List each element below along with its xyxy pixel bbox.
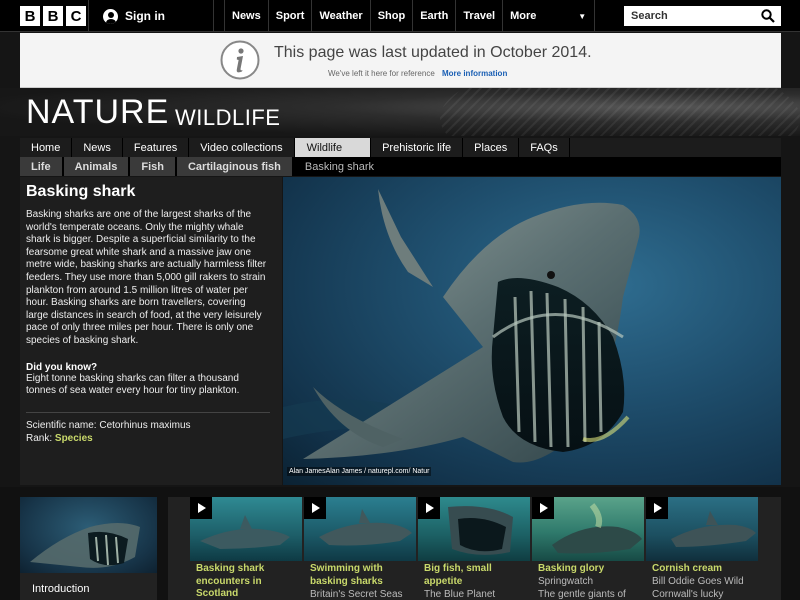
search-icon[interactable]: [761, 9, 775, 23]
video-clips: Basking shark encounters in Scotland Swi…: [168, 497, 781, 600]
clip-title[interactable]: Basking shark encounters in Scotland: [196, 563, 300, 600]
bbc-logo[interactable]: B B C: [20, 6, 86, 26]
nav-more-button[interactable]: More ▼: [503, 0, 596, 32]
hero-image: Alan JamesAlan James / naturepl.com/ Nat…: [283, 177, 781, 485]
nav-more-label: More: [510, 10, 537, 22]
section-nav: Home News Features Video collections Wil…: [20, 138, 781, 157]
rank-species-link[interactable]: Species: [55, 433, 93, 444]
clip-thumbnail: [646, 497, 758, 561]
breadcrumb-cartilaginous-fish[interactable]: Cartilaginous fish: [176, 157, 294, 176]
site-header: NATURE WILDLIFE: [0, 88, 800, 136]
tab-wildlife[interactable]: Wildlife: [294, 138, 372, 157]
clip-source: Britain's Secret Seas: [310, 589, 403, 600]
page-title: Basking shark: [26, 183, 136, 200]
clip-source-line2: The gentle giants of: [538, 589, 626, 600]
clip-source: The Blue Planet: [424, 589, 496, 600]
tab-places[interactable]: Places: [463, 138, 520, 157]
clip-card[interactable]: Swimming with basking sharks Britain's S…: [304, 497, 416, 600]
play-icon[interactable]: [418, 497, 440, 519]
tab-video-collections[interactable]: Video collections: [189, 138, 295, 157]
search-input[interactable]: [624, 7, 754, 25]
introduction-label: Introduction: [32, 583, 90, 595]
clip-title[interactable]: Swimming with basking sharks: [310, 563, 414, 588]
play-icon[interactable]: [304, 497, 326, 519]
clip-thumbnail: [304, 497, 416, 561]
shark-thumbnail-art: [30, 523, 140, 568]
breadcrumb: Life Animals Fish Cartilaginous fish Bas…: [20, 157, 781, 176]
notice-subtext: We've left it here for reference More in…: [328, 69, 507, 78]
species-description: Basking sharks are one of the largest sh…: [26, 209, 267, 346]
play-icon[interactable]: [190, 497, 212, 519]
clip-card[interactable]: Big fish, small appetite The Blue Planet: [418, 497, 530, 600]
logo-letter: C: [66, 6, 86, 26]
clip-source: Springwatch: [538, 576, 594, 587]
did-you-know-heading: Did you know?: [26, 361, 98, 373]
clip-thumbnail: [418, 497, 530, 561]
rank-line: Rank: Species: [26, 432, 270, 445]
nav-sport[interactable]: Sport: [269, 0, 313, 32]
clip-card[interactable]: Cornish cream Bill Oddie Goes Wild Cornw…: [646, 497, 758, 600]
clip-card[interactable]: Basking shark encounters in Scotland: [190, 497, 302, 600]
chevron-down-icon: ▼: [578, 11, 587, 21]
breadcrumb-fish[interactable]: Fish: [130, 157, 177, 176]
did-you-know-text: Eight tonne basking sharks can filter a …: [26, 372, 240, 397]
play-icon[interactable]: [532, 497, 554, 519]
archive-notice: This page was last updated in October 20…: [20, 33, 781, 88]
tab-prehistoric-life[interactable]: Prehistoric life: [371, 138, 464, 157]
introduction-card[interactable]: Introduction: [20, 497, 157, 600]
tab-home[interactable]: Home: [20, 138, 73, 157]
breadcrumb-animals[interactable]: Animals: [63, 157, 131, 176]
notice-sub-label: We've left it here for reference: [328, 69, 435, 78]
scientific-name: Scientific name: Cetorhinus maximus: [26, 419, 191, 431]
main-nav: News Sport Weather Shop Earth Travel Mor…: [224, 0, 596, 32]
tab-news[interactable]: News: [72, 138, 123, 157]
site-subtitle[interactable]: WILDLIFE: [175, 105, 280, 131]
nav-news[interactable]: News: [224, 0, 269, 32]
logo-letter: B: [43, 6, 63, 26]
clip-thumbnail: [190, 497, 302, 561]
nav-earth[interactable]: Earth: [413, 0, 457, 32]
bbc-top-bar: B B C Sign in News Sport Weather Shop Ea…: [0, 0, 800, 32]
clip-title[interactable]: Cornish cream: [652, 563, 756, 576]
tab-faqs[interactable]: FAQs: [519, 138, 570, 157]
breadcrumb-current: Basking shark: [304, 160, 374, 173]
info-icon: [220, 40, 260, 80]
nav-shop[interactable]: Shop: [371, 0, 414, 32]
article-text: Basking shark Basking sharks are one of …: [20, 177, 282, 485]
notice-message: This page was last updated in October 20…: [274, 44, 592, 61]
more-information-link[interactable]: More information: [442, 69, 507, 78]
logo-letter: B: [20, 6, 40, 26]
user-icon: [103, 8, 118, 24]
basking-shark-illustration: [283, 189, 640, 463]
clip-title[interactable]: Big fish, small appetite: [424, 563, 528, 588]
introduction-thumbnail: [20, 497, 157, 573]
rank-label: Rank:: [26, 432, 53, 444]
search-box: [624, 6, 781, 26]
clip-title[interactable]: Basking glory: [538, 563, 642, 576]
sign-in-button[interactable]: Sign in: [88, 0, 214, 32]
nav-travel[interactable]: Travel: [456, 0, 504, 32]
breadcrumb-life[interactable]: Life: [20, 157, 64, 176]
clip-source: Bill Oddie Goes Wild: [652, 576, 744, 587]
divider: [26, 411, 270, 413]
clip-card[interactable]: Basking glory Springwatch The gentle gia…: [532, 497, 644, 600]
tab-features[interactable]: Features: [123, 138, 190, 157]
sign-in-label: Sign in: [125, 9, 165, 23]
site-title[interactable]: NATURE: [26, 93, 169, 132]
photo-credit: Alan JamesAlan James / naturepl.com/ Nat…: [287, 467, 432, 476]
clip-thumbnail: [532, 497, 644, 561]
nav-weather[interactable]: Weather: [312, 0, 371, 32]
play-icon[interactable]: [646, 497, 668, 519]
clip-source-line2: Cornwall's lucky: [652, 589, 724, 600]
